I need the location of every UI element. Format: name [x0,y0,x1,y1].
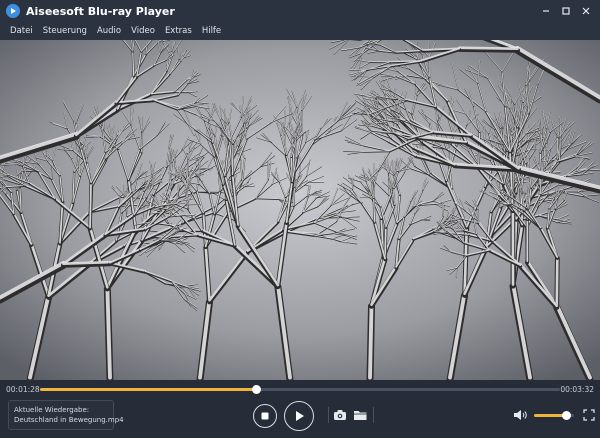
menu-video[interactable]: Video [127,26,161,36]
open-file-button[interactable] [352,408,368,422]
control-bar: 00:01:28 00:03:32 Aktuelle Wiedergabe: D… [0,380,600,438]
total-time: 00:03:32 [560,385,594,394]
app-logo-icon [6,4,20,18]
now-playing-file: Deutschland in Bewegung.mp4 [14,416,124,424]
window-title: Aiseesoft Blu-ray Player [26,4,175,18]
fullscreen-icon [582,408,595,421]
menu-audio[interactable]: Audio [93,26,127,36]
close-icon[interactable] [578,3,594,19]
now-playing-label: Aktuelle Wiedergabe: [14,406,90,414]
now-playing-box: Aktuelle Wiedergabe: Deutschland in Bewe… [8,400,124,430]
current-time: 00:01:28 [6,385,40,394]
stop-icon [261,412,269,420]
menu-hilfe[interactable]: Hilfe [198,26,227,36]
video-frame[interactable] [0,40,600,380]
minimize-icon[interactable] [538,3,554,19]
divider [373,407,374,423]
volume-slider[interactable] [534,411,574,420]
menu-steuerung[interactable]: Steuerung [39,26,93,36]
menu-datei[interactable]: Datei [6,26,39,36]
play-icon [296,411,304,421]
title-bar: Aiseesoft Blu-ray Player [0,0,600,22]
snapshot-button[interactable] [333,408,347,422]
fullscreen-button[interactable] [582,408,595,421]
maximize-icon[interactable] [558,3,574,19]
camera-icon [334,410,346,420]
play-button[interactable] [284,401,314,431]
window-controls [538,3,594,19]
volume-slider-handle[interactable] [562,411,571,420]
video-image [0,40,600,380]
speaker-icon [513,410,527,420]
menu-bar: Datei Steuerung Audio Video Extras Hilfe [0,22,600,40]
volume-button[interactable] [512,408,528,422]
seek-bar[interactable] [40,385,560,394]
menu-extras[interactable]: Extras [161,26,198,36]
folder-icon [353,411,366,420]
divider [328,407,329,423]
seek-bar-fill [40,388,256,391]
stop-button[interactable] [253,404,277,428]
seek-bar-handle[interactable] [251,385,261,394]
